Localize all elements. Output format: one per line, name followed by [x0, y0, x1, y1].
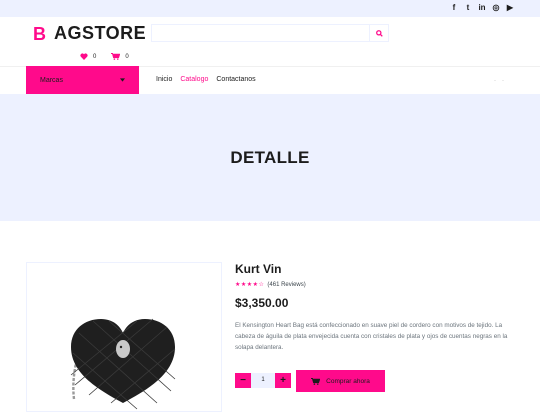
search-button[interactable]: [370, 24, 389, 42]
social-links: f t in ◎ ▶: [450, 3, 514, 13]
quantity-decrease-button[interactable]: −: [235, 373, 251, 388]
product-price: $3,350.00: [235, 296, 289, 310]
cart-link[interactable]: 0: [111, 53, 129, 60]
twitter-icon[interactable]: t: [464, 3, 472, 13]
chevron-down-icon: [120, 78, 125, 82]
quantity-input[interactable]: 1: [251, 373, 275, 388]
cart-icon: [111, 53, 121, 60]
brands-dropdown[interactable]: Marcas: [26, 66, 139, 94]
product-image: [26, 262, 222, 412]
nav-extra-icons: ··: [494, 78, 510, 84]
facebook-icon[interactable]: f: [450, 3, 458, 13]
search-icon: [375, 29, 383, 37]
nav-item-catalogo[interactable]: Catalogo: [180, 76, 208, 83]
wishlist-link[interactable]: 0: [80, 53, 96, 60]
wishlist-count: 0: [93, 53, 97, 60]
rating-stars: ★★★★☆: [235, 282, 265, 288]
cart-count: 0: [125, 53, 129, 60]
product-description: El Kensington Heart Bag está confecciona…: [235, 322, 508, 351]
youtube-icon[interactable]: ▶: [506, 3, 514, 13]
brands-label: Marcas: [40, 76, 63, 84]
quantity-stepper: − 1 +: [235, 373, 291, 388]
quantity-increase-button[interactable]: +: [275, 373, 291, 388]
nav-item-inicio[interactable]: Inicio: [156, 76, 172, 83]
header-counters: 0 0: [80, 53, 129, 60]
instagram-icon[interactable]: ◎: [492, 3, 500, 13]
linkedin-icon[interactable]: in: [478, 3, 486, 13]
logo-mark: B: [31, 23, 48, 44]
top-bar: f t in ◎ ▶: [0, 0, 540, 17]
site-logo[interactable]: B AGSTORE: [31, 23, 146, 44]
heart-icon: [80, 53, 88, 60]
review-count: (461 Reviews): [267, 281, 306, 288]
page-header: DETALLE: [0, 94, 540, 221]
main-nav: Inicio Catalogo Contactanos: [156, 76, 256, 83]
nav-item-contactanos[interactable]: Contactanos: [216, 76, 255, 83]
product-name: Kurt Vin: [235, 262, 282, 276]
add-to-cart-label: Comprar ahora: [326, 377, 370, 385]
page-title: DETALLE: [230, 147, 310, 167]
logo-text: AGSTORE: [54, 23, 147, 43]
cart-icon: [311, 377, 321, 385]
search-input[interactable]: [151, 24, 370, 42]
product-rating: ★★★★☆ (461 Reviews): [235, 281, 306, 289]
add-to-cart-button[interactable]: Comprar ahora: [296, 370, 385, 392]
heart-bag-image: [70, 318, 176, 410]
